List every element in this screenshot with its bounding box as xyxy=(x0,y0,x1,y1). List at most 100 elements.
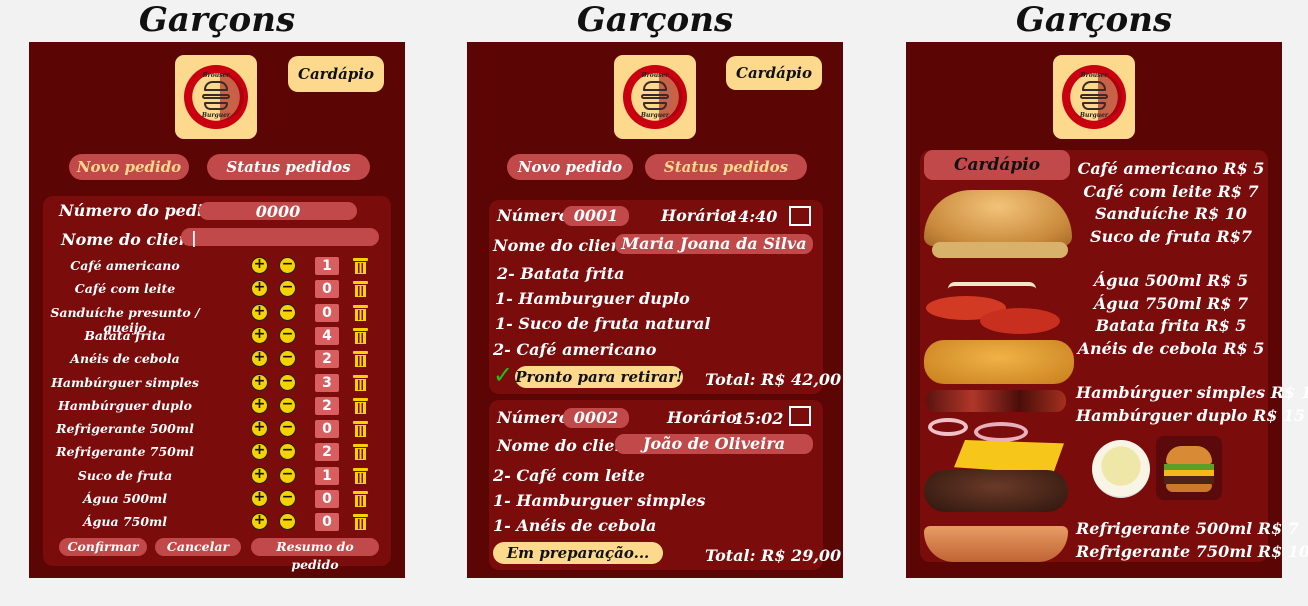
minus-icon[interactable]: − xyxy=(279,443,296,460)
order-total: Total: R$ 29,00 xyxy=(705,546,842,565)
plus-icon[interactable]: + xyxy=(251,490,268,507)
minus-icon[interactable]: − xyxy=(279,490,296,507)
order-checkbox[interactable] xyxy=(789,206,811,226)
order-time-label: Horário: xyxy=(667,408,743,427)
item-quantity[interactable]: 2 xyxy=(315,443,339,461)
trash-icon[interactable] xyxy=(353,443,368,460)
plus-icon[interactable]: + xyxy=(251,280,268,297)
order-status-badge[interactable]: Em preparação... xyxy=(493,542,663,564)
burger-icon xyxy=(1082,81,1106,91)
logo-text-top: Brouser xyxy=(1080,72,1108,79)
minus-icon[interactable]: − xyxy=(279,304,296,321)
trash-icon[interactable] xyxy=(353,420,368,437)
cancel-button[interactable]: Cancelar xyxy=(155,538,241,556)
brand-logo: Brouser Burguer xyxy=(175,55,257,139)
item-quantity[interactable]: 0 xyxy=(315,490,339,508)
item-quantity[interactable]: 0 xyxy=(315,420,339,438)
item-quantity[interactable]: 2 xyxy=(315,350,339,368)
confirm-button[interactable]: Confirmar xyxy=(59,538,147,556)
plus-icon[interactable]: + xyxy=(251,374,268,391)
order-number-field[interactable]: 0000 xyxy=(199,202,357,221)
menu-button[interactable]: Cardápio xyxy=(288,56,384,92)
plus-icon[interactable]: + xyxy=(251,420,268,437)
minus-icon[interactable]: − xyxy=(279,280,296,297)
item-name: Hambúrguer duplo xyxy=(58,398,192,413)
trash-icon[interactable] xyxy=(353,397,368,414)
minus-icon[interactable]: − xyxy=(279,257,296,274)
burger-illustration xyxy=(920,190,1075,562)
order-number: 0001 xyxy=(563,206,629,226)
minus-icon[interactable]: − xyxy=(279,327,296,344)
menu-item: Refrigerante 500ml R$ 7 xyxy=(1076,519,1299,538)
plus-icon[interactable]: + xyxy=(251,467,268,484)
item-name: Refrigerante 750ml xyxy=(56,444,194,459)
screen1-title: Garçons xyxy=(138,0,296,40)
menu-prices-soda: Refrigerante 500ml R$ 7 Refrigerante 750… xyxy=(1076,518,1308,563)
order-item-row: Hambúrguer simples + − 3 xyxy=(43,373,391,393)
item-quantity[interactable]: 4 xyxy=(315,327,339,345)
item-quantity[interactable]: 1 xyxy=(315,257,339,275)
trash-icon[interactable] xyxy=(353,280,368,297)
plus-icon[interactable]: + xyxy=(251,327,268,344)
item-quantity[interactable]: 0 xyxy=(315,280,339,298)
minus-icon[interactable]: − xyxy=(279,513,296,530)
logo-text-bottom: Burguer xyxy=(1079,112,1109,119)
brand-logo: Brouser Burguer xyxy=(614,55,696,139)
order-item-row: Água 500ml + − 0 xyxy=(43,489,391,509)
order-status-badge[interactable]: Pronto para retirar! xyxy=(515,366,683,388)
order-card: Número: 0001 Horário: 14:40 Nome do clie… xyxy=(489,200,841,394)
menu-item: Sanduíche R$ 10 xyxy=(1095,204,1247,223)
minus-icon[interactable]: − xyxy=(279,374,296,391)
order-item-row: Água 750ml + − 0 xyxy=(43,512,391,532)
menu-item: Hambúrguer simples R$ 10 xyxy=(1076,383,1308,402)
item-quantity[interactable]: 0 xyxy=(315,513,339,531)
order-summary-button[interactable]: Resumo do pedido xyxy=(251,538,379,572)
order-number: 0002 xyxy=(563,408,629,428)
menu-item: Café americano R$ 5 xyxy=(1077,159,1265,178)
trash-icon[interactable] xyxy=(353,327,368,344)
item-quantity[interactable]: 2 xyxy=(315,397,339,415)
minus-icon[interactable]: − xyxy=(279,397,296,414)
trash-icon[interactable] xyxy=(353,304,368,321)
trash-icon[interactable] xyxy=(353,513,368,530)
trash-icon[interactable] xyxy=(353,490,368,507)
check-mark-icon: ✓ xyxy=(493,361,514,389)
menu-button[interactable]: Cardápio xyxy=(726,56,822,90)
order-item-row: Batata frita + − 4 xyxy=(43,326,391,346)
minus-icon[interactable]: − xyxy=(279,467,296,484)
trash-icon[interactable] xyxy=(353,257,368,274)
order-checkbox[interactable] xyxy=(789,406,811,426)
order-line: 2- Café americano xyxy=(493,340,657,359)
menu-item: Batata frita R$ 5 xyxy=(1095,316,1247,335)
tab-new-order[interactable]: Novo pedido xyxy=(69,154,189,180)
minus-icon[interactable]: − xyxy=(279,420,296,437)
minus-icon[interactable]: − xyxy=(279,350,296,367)
menu-item: Água 500ml R$ 5 xyxy=(1093,271,1249,290)
item-name: Suco de fruta xyxy=(77,468,173,483)
screen-menu: Brouser Burguer Cardápio Café americano … xyxy=(906,42,1308,578)
plus-icon[interactable]: + xyxy=(251,304,268,321)
trash-icon[interactable] xyxy=(353,467,368,484)
plus-icon[interactable]: + xyxy=(251,513,268,530)
item-name: Refrigerante 500ml xyxy=(56,421,194,436)
trash-icon[interactable] xyxy=(353,374,368,391)
order-line: 2- Café com leite xyxy=(493,466,645,485)
tab-order-status[interactable]: Status pedidos xyxy=(645,154,807,180)
screen-new-order: Brouser Burguer Cardápio Novo pedido Sta… xyxy=(29,42,405,578)
item-quantity[interactable]: 0 xyxy=(315,304,339,322)
item-quantity[interactable]: 3 xyxy=(315,374,339,392)
menu-prices-burgers: Hambúrguer simples R$ 10 Hambúrguer dupl… xyxy=(1076,382,1308,427)
plus-icon[interactable]: + xyxy=(251,350,268,367)
plus-icon[interactable]: + xyxy=(251,257,268,274)
order-item-row: Sanduíche presunto / queijo + −0 xyxy=(43,303,391,335)
item-quantity[interactable]: 1 xyxy=(315,467,339,485)
item-name: Café americano xyxy=(70,258,180,273)
customer-name-input[interactable]: | xyxy=(181,228,379,247)
plus-icon[interactable]: + xyxy=(251,397,268,414)
tab-new-order[interactable]: Novo pedido xyxy=(507,154,633,180)
tab-order-status[interactable]: Status pedidos xyxy=(207,154,370,180)
customer-name: João de Oliveira xyxy=(615,434,813,454)
plus-icon[interactable]: + xyxy=(251,443,268,460)
screen2-title: Garçons xyxy=(576,0,734,40)
trash-icon[interactable] xyxy=(353,350,368,367)
